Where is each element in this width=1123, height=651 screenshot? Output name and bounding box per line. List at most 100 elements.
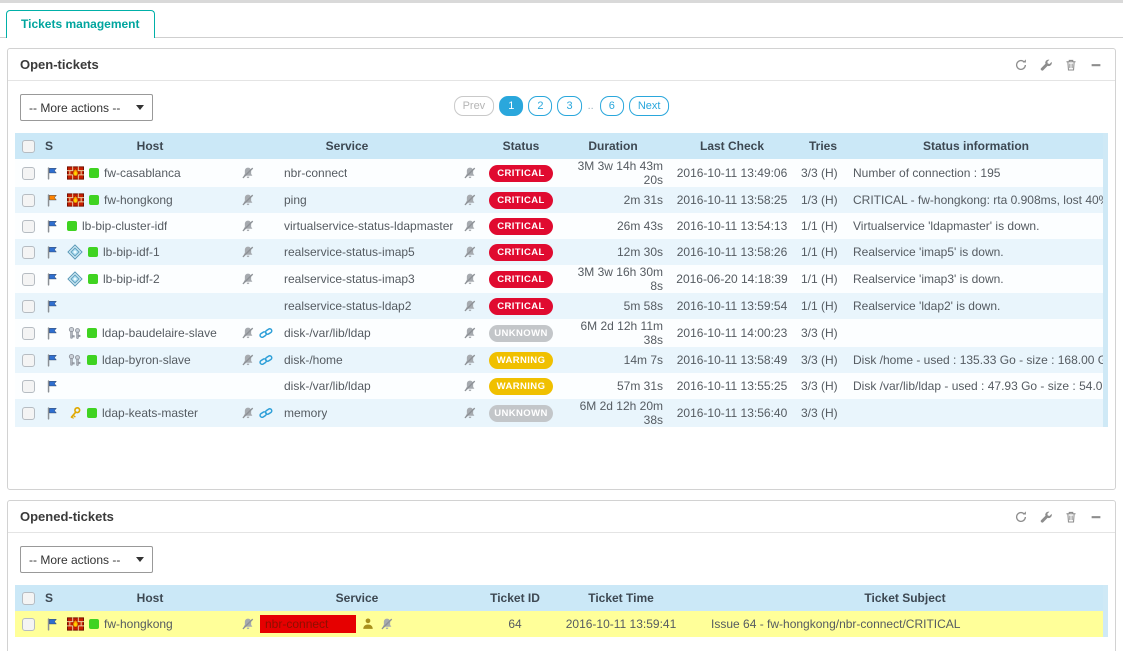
host-name[interactable]: fw-hongkong	[104, 193, 173, 207]
host-name[interactable]: ldap-keats-master	[102, 406, 198, 420]
open-tickets-rows: fw-casablanca nbr-connect CRITICAL 3M 3w…	[15, 159, 1103, 427]
service-name[interactable]: disk-/var/lib/ldap	[284, 379, 371, 393]
notifications-muted-icon	[241, 353, 255, 367]
tries: 1/1 (H)	[797, 245, 849, 259]
column-ticket-time: Ticket Time	[553, 591, 689, 605]
row-checkbox[interactable]	[22, 167, 35, 180]
table-row: disk-/var/lib/ldap WARNING 57m 31s 2016-…	[15, 373, 1103, 399]
last-check: 2016-10-11 14:00:23	[667, 326, 797, 340]
link-icon[interactable]	[259, 326, 273, 340]
tab-bar: Tickets management	[0, 3, 1123, 38]
notifications-muted-icon	[241, 166, 255, 180]
table-row: fw-casablanca nbr-connect CRITICAL 3M 3w…	[15, 159, 1103, 187]
page-2-button[interactable]: 2	[528, 96, 552, 116]
service-name[interactable]: nbr-connect	[260, 615, 356, 633]
notifications-muted-icon	[463, 379, 477, 393]
service-name[interactable]: virtualservice-status-ldapmaster	[284, 219, 453, 233]
notifications-muted-icon	[463, 353, 477, 367]
host-name[interactable]: lb-bip-idf-2	[103, 272, 160, 286]
status-information: Realservice 'imap5' is down.	[849, 245, 1103, 259]
service-name[interactable]: memory	[284, 406, 327, 420]
row-checkbox[interactable]	[22, 273, 35, 286]
notifications-muted-icon	[241, 245, 255, 259]
panel-title: Opened-tickets	[20, 509, 114, 524]
collapse-icon[interactable]	[1089, 58, 1103, 72]
service-name[interactable]: disk-/home	[284, 353, 343, 367]
host-up-indicator	[89, 195, 99, 205]
service-name[interactable]: realservice-status-ldap2	[284, 299, 411, 313]
column-ticket-id: Ticket ID	[477, 591, 553, 605]
page-next-button[interactable]: Next	[629, 96, 670, 116]
panel-title: Open-tickets	[20, 57, 99, 72]
host-up-indicator	[88, 274, 98, 284]
opened-tickets-header: Opened-tickets	[8, 501, 1115, 533]
column-host: Host	[63, 591, 237, 605]
link-icon[interactable]	[259, 406, 273, 420]
host-name[interactable]: ldap-byron-slave	[102, 353, 191, 367]
row-checkbox[interactable]	[22, 300, 35, 313]
status-information: Realservice 'ldap2' is down.	[849, 299, 1103, 313]
page-last-button[interactable]: 6	[600, 96, 624, 116]
status-badge: CRITICAL	[489, 218, 553, 235]
last-check: 2016-10-11 13:58:26	[667, 245, 797, 259]
host-name[interactable]: fw-casablanca	[104, 166, 181, 180]
link-icon[interactable]	[259, 353, 273, 367]
person-icon	[361, 617, 375, 631]
status-information: CRITICAL - fw-hongkong: rta 0.908ms, los…	[849, 193, 1103, 207]
column-status: Status	[483, 139, 559, 153]
row-checkbox[interactable]	[22, 246, 35, 259]
host-name[interactable]: ldap-baudelaire-slave	[102, 326, 217, 340]
select-all-checkbox[interactable]	[22, 592, 35, 605]
open-tickets-table-header: S Host Service Status Duration Last Chec…	[15, 133, 1103, 159]
last-check: 2016-10-11 13:49:06	[667, 166, 797, 180]
row-checkbox[interactable]	[22, 194, 35, 207]
host-name[interactable]: fw-hongkong	[104, 617, 173, 631]
ticket-time: 2016-10-11 13:59:41	[553, 617, 689, 631]
row-checkbox[interactable]	[22, 327, 35, 340]
refresh-icon[interactable]	[1014, 58, 1028, 72]
page-1-button[interactable]: 1	[499, 96, 523, 116]
wrench-icon[interactable]	[1039, 510, 1053, 524]
status-badge: UNKNOWN	[489, 325, 553, 342]
more-actions-select[interactable]: -- More actions --	[20, 94, 153, 121]
notifications-muted-icon	[380, 617, 394, 631]
host-up-indicator	[89, 619, 99, 629]
notifications-muted-icon	[241, 617, 255, 631]
service-name[interactable]: ping	[284, 193, 307, 207]
duration: 3M 3w 16h 30m 8s	[559, 265, 667, 293]
trash-icon[interactable]	[1064, 58, 1078, 72]
service-name[interactable]: disk-/var/lib/ldap	[284, 326, 371, 340]
dropdown-caret-icon	[136, 557, 144, 562]
refresh-icon[interactable]	[1014, 510, 1028, 524]
firewall-icon	[67, 617, 84, 631]
table-row: lb-bip-idf-1 realservice-status-imap5 CR…	[15, 239, 1103, 265]
tab-tickets-management[interactable]: Tickets management	[6, 10, 155, 38]
row-checkbox[interactable]	[22, 407, 35, 420]
opened-tickets-table-header: S Host Service Ticket ID Ticket Time Tic…	[15, 585, 1103, 611]
host-name[interactable]: lb-bip-idf-1	[103, 245, 160, 259]
tries: 1/1 (H)	[797, 219, 849, 233]
service-name[interactable]: realservice-status-imap5	[284, 245, 415, 259]
host-name[interactable]: lb-bip-cluster-idf	[82, 219, 167, 233]
row-checkbox[interactable]	[22, 380, 35, 393]
row-checkbox[interactable]	[22, 220, 35, 233]
trash-icon[interactable]	[1064, 510, 1078, 524]
flag-icon	[45, 272, 59, 287]
panel-actions	[1014, 510, 1103, 524]
row-checkbox[interactable]	[22, 354, 35, 367]
service-name[interactable]: realservice-status-imap3	[284, 272, 415, 286]
service-name[interactable]: nbr-connect	[284, 166, 347, 180]
wrench-icon[interactable]	[1039, 58, 1053, 72]
page-3-button[interactable]: 3	[557, 96, 581, 116]
select-all-checkbox[interactable]	[22, 140, 35, 153]
status-information: Disk /home - used : 135.33 Go - size : 1…	[849, 353, 1103, 367]
flag-icon	[45, 193, 59, 208]
notifications-muted-icon	[463, 272, 477, 286]
notifications-muted-icon	[463, 326, 477, 340]
collapse-icon[interactable]	[1089, 510, 1103, 524]
column-ticket-subject: Ticket Subject	[689, 591, 1103, 605]
open-tickets-panel: Open-tickets -- More actions --	[7, 48, 1116, 490]
row-checkbox[interactable]	[22, 618, 35, 631]
more-actions-select[interactable]: -- More actions --	[20, 546, 153, 573]
page-prev-button[interactable]: Prev	[454, 96, 495, 116]
